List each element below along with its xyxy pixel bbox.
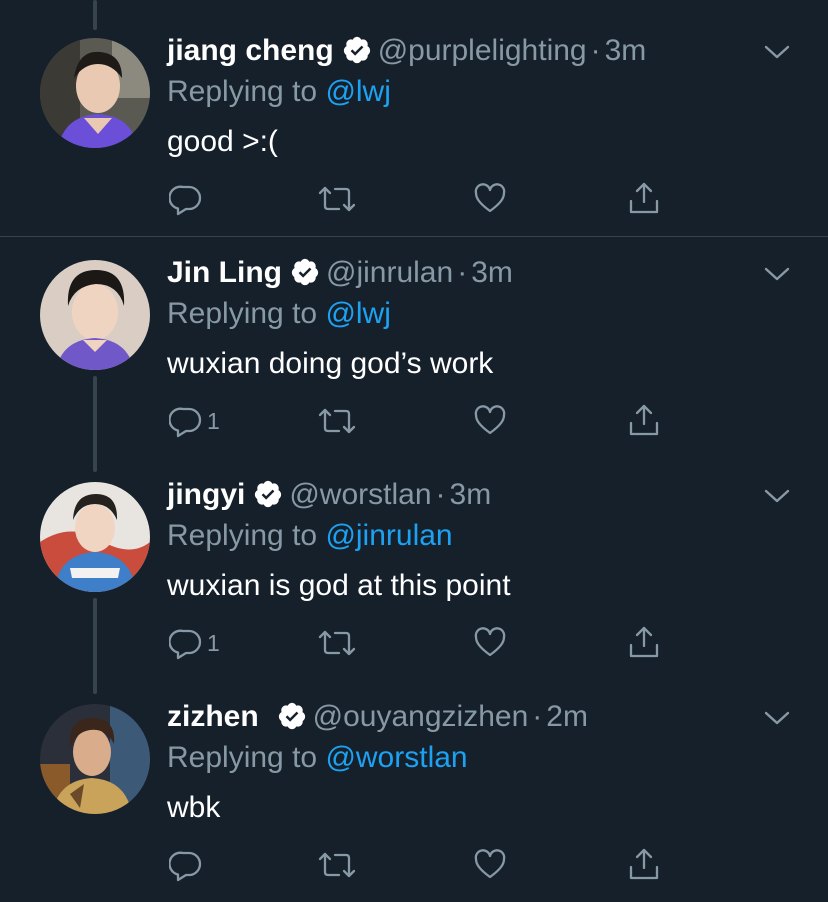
heart-icon [474, 183, 506, 213]
reply-button[interactable] [169, 848, 207, 882]
tweet[interactable]: zizhen @ouyangzizhen · 2m Replying to @wors… [0, 700, 828, 884]
share-button[interactable] [627, 626, 661, 660]
tweet[interactable]: Jin Ling @jinrulan · 3m Replying to @lwj wu… [0, 256, 828, 440]
tweet-text: wuxian is god at this point [167, 569, 511, 602]
tweet-actions [167, 182, 687, 216]
reply-icon [169, 407, 202, 438]
tweet-actions: 1 [167, 404, 687, 438]
reply-button[interactable]: 1 [169, 626, 220, 660]
verified-badge-icon [277, 701, 307, 731]
replying-to-link[interactable]: @lwj [325, 297, 390, 330]
retweet-icon [318, 852, 356, 878]
reply-button[interactable]: 1 [169, 404, 220, 438]
thread-line-top [93, 0, 97, 30]
tweet-text: wbk [167, 791, 221, 824]
reply-icon [169, 185, 202, 216]
heart-icon [474, 627, 506, 657]
avatar[interactable] [40, 260, 150, 370]
avatar[interactable] [40, 704, 150, 814]
avatar[interactable] [40, 482, 150, 592]
reply-icon [169, 851, 202, 882]
reply-icon [169, 629, 202, 660]
share-button[interactable] [627, 848, 661, 882]
replying-to: Replying to @lwj [167, 296, 391, 332]
chevron-down-icon[interactable] [764, 488, 790, 504]
chevron-down-icon[interactable] [764, 710, 790, 726]
like-button[interactable] [473, 404, 507, 438]
retweet-button[interactable] [317, 848, 357, 882]
separator-dot: · [435, 478, 446, 511]
heart-icon [474, 405, 506, 435]
replying-to: Replying to @jinrulan [167, 518, 453, 554]
reply-count: 1 [207, 629, 220, 656]
like-button[interactable] [473, 182, 507, 216]
like-button[interactable] [473, 626, 507, 660]
reply-button[interactable] [169, 182, 207, 216]
tweet[interactable]: jiang cheng @purplelighting · 3m Replying t… [0, 34, 828, 218]
display-name[interactable]: Jin Ling [167, 256, 282, 289]
chevron-down-icon[interactable] [764, 266, 790, 282]
tweet-divider [0, 236, 828, 237]
retweet-icon [318, 186, 356, 212]
timestamp[interactable]: 3m [450, 478, 492, 511]
handle[interactable]: @purplelighting [378, 34, 587, 67]
handle[interactable]: @jinrulan [326, 256, 453, 289]
verified-badge-icon [253, 479, 283, 509]
display-name[interactable]: jiang cheng [167, 34, 334, 67]
share-icon [629, 626, 659, 658]
retweet-icon [318, 408, 356, 434]
tweet-header: jiang cheng @purplelighting · 3m [167, 33, 646, 69]
display-name[interactable]: zizhen [167, 700, 259, 733]
replying-to-link[interactable]: @jinrulan [325, 519, 452, 552]
retweet-button[interactable] [317, 182, 357, 216]
separator-dot: · [532, 700, 543, 733]
replying-to-label: Replying to [167, 741, 318, 774]
tweet-actions [167, 848, 687, 882]
tweet-text: wuxian doing god’s work [167, 347, 494, 380]
tweet-header: jingyi @worstlan · 3m [167, 477, 491, 513]
handle[interactable]: @worstlan [289, 478, 431, 511]
tweet-text: good >:( [167, 125, 278, 158]
verified-badge-icon [290, 257, 320, 287]
display-name[interactable]: jingyi [167, 478, 245, 511]
timestamp[interactable]: 2m [546, 700, 588, 733]
separator-dot: · [457, 256, 468, 289]
verified-badge-icon [342, 35, 372, 65]
heart-icon [474, 849, 506, 879]
replying-to-link[interactable]: @worstlan [325, 741, 467, 774]
share-button[interactable] [627, 404, 661, 438]
retweet-icon [318, 630, 356, 656]
chevron-down-icon[interactable] [764, 44, 790, 60]
replying-to: Replying to @lwj [167, 74, 391, 110]
retweet-button[interactable] [317, 626, 357, 660]
replying-to-link[interactable]: @lwj [325, 75, 390, 108]
replying-to-label: Replying to [167, 519, 318, 552]
retweet-button[interactable] [317, 404, 357, 438]
handle[interactable]: @ouyangzizhen [313, 700, 529, 733]
share-icon [629, 848, 659, 880]
reply-count: 1 [207, 407, 220, 434]
share-icon [629, 182, 659, 214]
replying-to-label: Replying to [167, 297, 318, 330]
tweet-actions: 1 [167, 626, 687, 660]
replying-to-label: Replying to [167, 75, 318, 108]
share-icon [629, 404, 659, 436]
tweet-header: Jin Ling @jinrulan · 3m [167, 255, 513, 291]
avatar[interactable] [40, 38, 150, 148]
replying-to: Replying to @worstlan [167, 740, 468, 776]
tweet[interactable]: jingyi @worstlan · 3m Replying to @jinrulan… [0, 478, 828, 662]
separator-dot: · [590, 34, 601, 67]
like-button[interactable] [473, 848, 507, 882]
share-button[interactable] [627, 182, 661, 216]
tweet-header: zizhen @ouyangzizhen · 2m [167, 699, 588, 735]
timestamp[interactable]: 3m [471, 256, 513, 289]
timestamp[interactable]: 3m [605, 34, 647, 67]
